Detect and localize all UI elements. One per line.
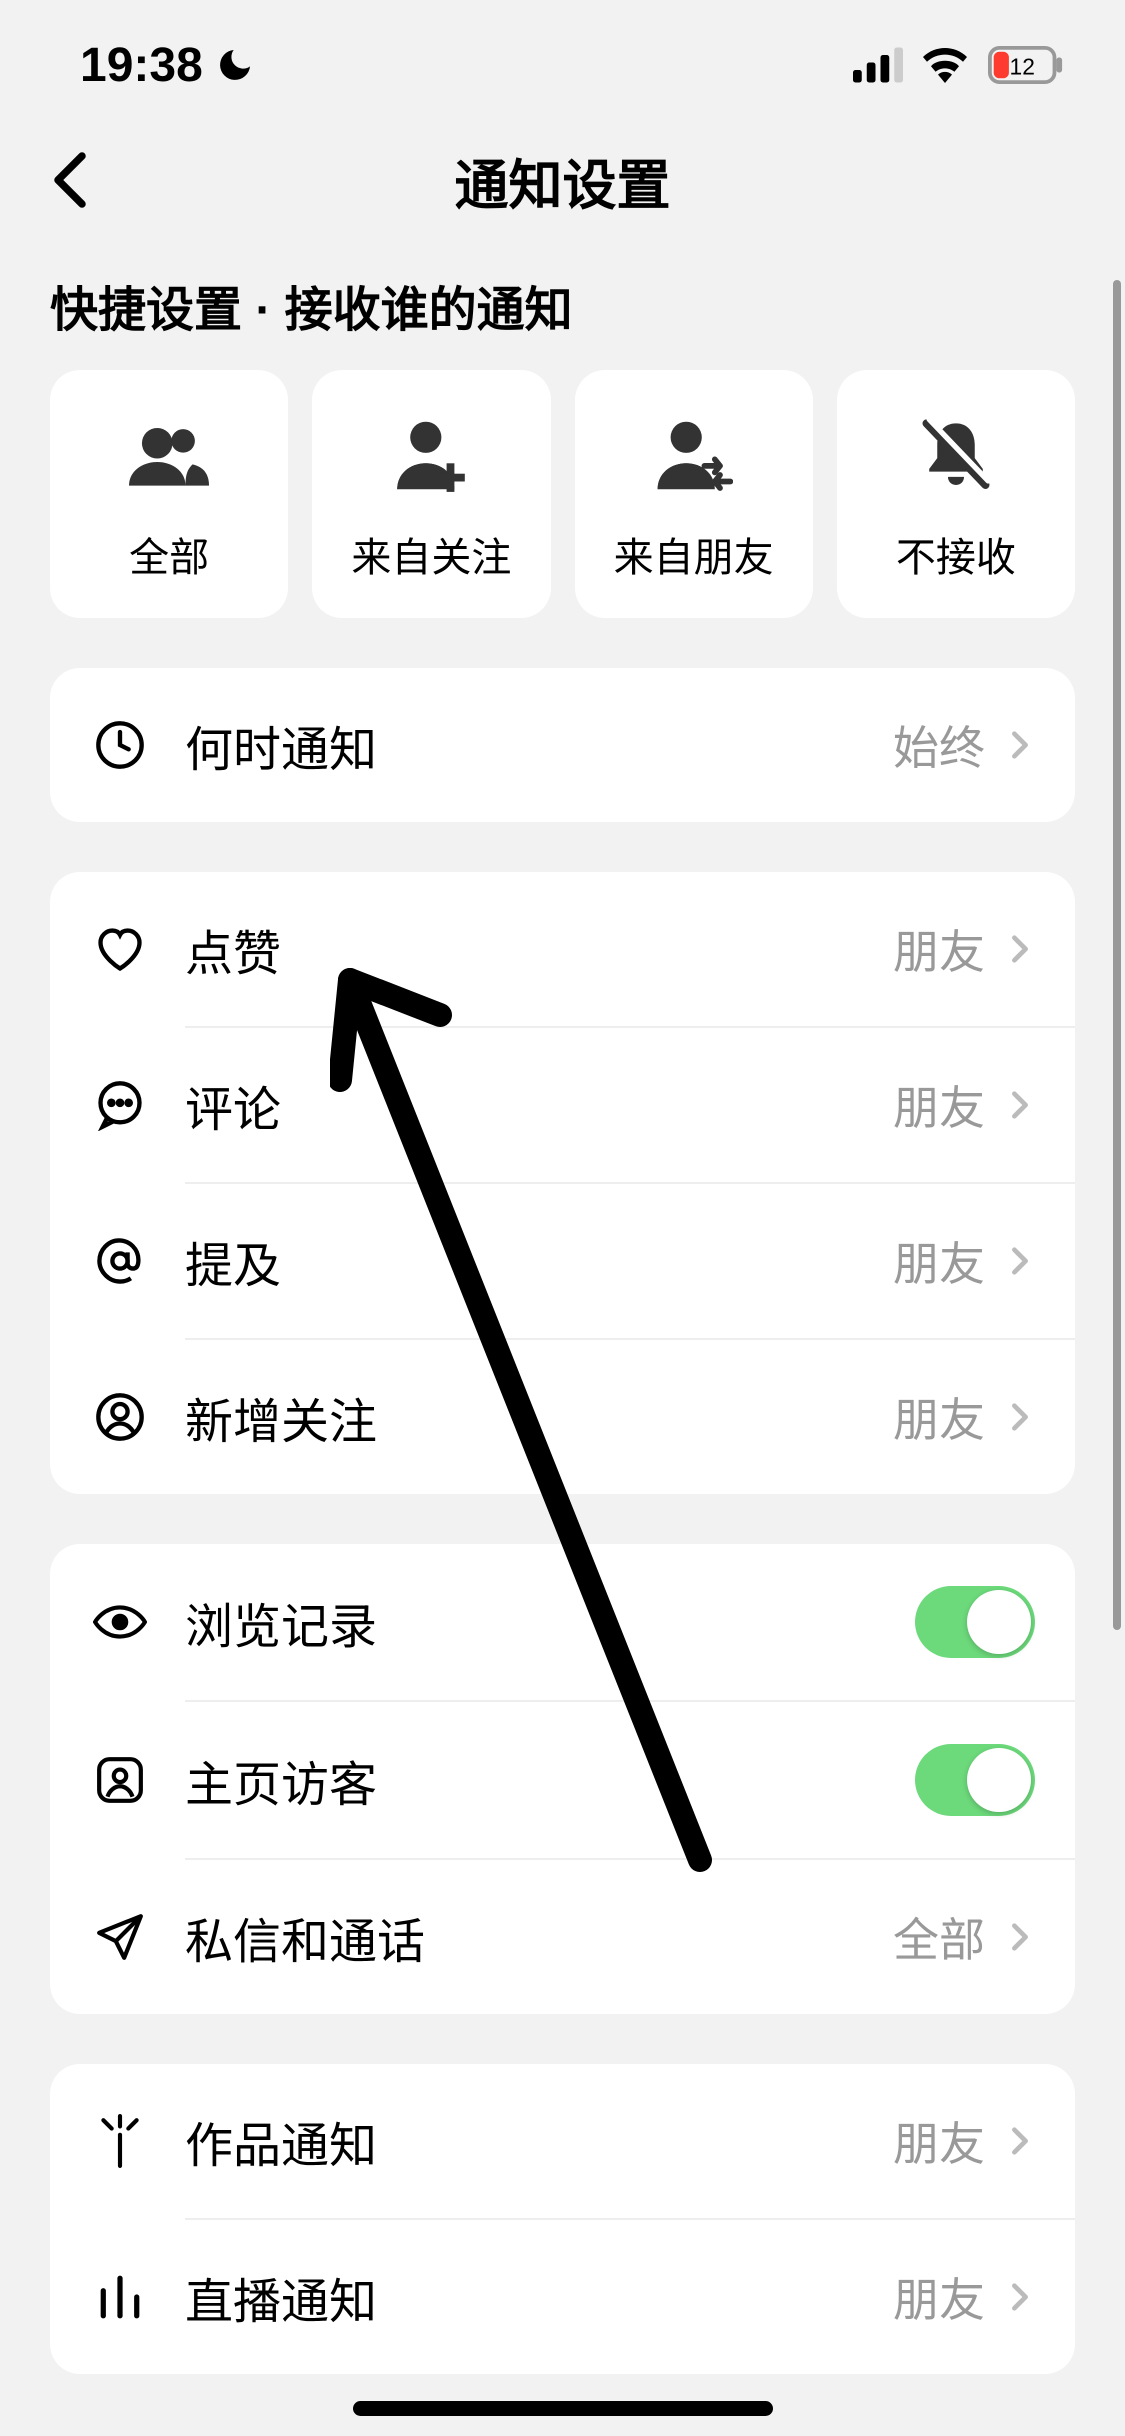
row-label: 何时通知 xyxy=(185,710,893,780)
battery-icon: 12 xyxy=(987,46,1065,84)
toggle-visitor[interactable] xyxy=(915,1744,1035,1816)
when-card: 何时通知 始终 xyxy=(50,668,1075,822)
chevron-right-icon xyxy=(1005,934,1035,964)
home-indicator[interactable] xyxy=(353,2401,773,2416)
row-label: 提及 xyxy=(185,1226,893,1296)
chevron-right-icon xyxy=(1005,1246,1035,1276)
chevron-right-icon xyxy=(1005,2126,1035,2156)
row-label: 私信和通话 xyxy=(185,1902,893,1972)
send-icon xyxy=(90,1907,150,1967)
row-label: 作品通知 xyxy=(185,2106,893,2176)
chevron-right-icon xyxy=(1005,1402,1035,1432)
row-label: 评论 xyxy=(185,1070,893,1140)
toggle-history[interactable] xyxy=(915,1586,1035,1658)
row-label: 浏览记录 xyxy=(185,1587,915,1657)
row-value: 朋友 xyxy=(893,2108,985,2174)
row-when[interactable]: 何时通知 始终 xyxy=(50,668,1075,822)
quick-filter-row: 全部 来自关注 来自朋友 不接收 xyxy=(0,370,1125,618)
heart-icon xyxy=(90,919,150,979)
scroll-indicator[interactable] xyxy=(1113,280,1121,1630)
people-icon xyxy=(129,415,209,495)
row-works[interactable]: 作品通知 朋友 xyxy=(50,2064,1075,2218)
row-comment[interactable]: 评论 朋友 xyxy=(50,1028,1075,1182)
moon-icon xyxy=(215,45,255,85)
person-plus-icon xyxy=(391,415,471,495)
row-value: 朋友 xyxy=(893,1384,985,1450)
quick-friends[interactable]: 来自朋友 xyxy=(575,370,813,618)
row-label: 直播通知 xyxy=(185,2262,893,2332)
clock-icon xyxy=(90,715,150,775)
row-label: 点赞 xyxy=(185,914,893,984)
quick-all[interactable]: 全部 xyxy=(50,370,288,618)
quick-label: 不接收 xyxy=(896,525,1016,583)
person-circle-icon xyxy=(90,1387,150,1447)
quick-following[interactable]: 来自关注 xyxy=(312,370,550,618)
chevron-right-icon xyxy=(1005,730,1035,760)
row-history[interactable]: 浏览记录 xyxy=(50,1544,1075,1700)
svg-text:12: 12 xyxy=(1010,54,1035,80)
row-value: 全部 xyxy=(893,1904,985,1970)
page-title: 通知设置 xyxy=(455,141,671,220)
sparkle-icon xyxy=(90,2111,150,2171)
row-label: 主页访客 xyxy=(185,1745,915,1815)
chevron-right-icon xyxy=(1005,1090,1035,1120)
person-swap-icon xyxy=(654,415,734,495)
row-visitor[interactable]: 主页访客 xyxy=(50,1702,1075,1858)
row-label: 新增关注 xyxy=(185,1382,893,1452)
bell-off-icon xyxy=(916,415,996,495)
row-follow[interactable]: 新增关注 朋友 xyxy=(50,1340,1075,1494)
chevron-right-icon xyxy=(1005,2282,1035,2312)
wifi-icon xyxy=(921,47,969,83)
comment-icon xyxy=(90,1075,150,1135)
profile-square-icon xyxy=(90,1750,150,1810)
row-value: 始终 xyxy=(893,712,985,778)
quick-none[interactable]: 不接收 xyxy=(837,370,1075,618)
interactions-card: 点赞 朋友 评论 朋友 提及 朋友 新增关注 朋友 xyxy=(50,872,1075,1494)
signal-icon xyxy=(853,47,903,83)
quick-label: 来自朋友 xyxy=(614,525,774,583)
chevron-left-icon xyxy=(52,150,88,210)
row-value: 朋友 xyxy=(893,1228,985,1294)
bars-icon xyxy=(90,2267,150,2327)
at-icon xyxy=(90,1231,150,1291)
row-live[interactable]: 直播通知 朋友 xyxy=(50,2220,1075,2374)
content-card: 作品通知 朋友 直播通知 朋友 xyxy=(50,2064,1075,2374)
status-bar: 19:38 12 xyxy=(0,0,1125,110)
header: 通知设置 xyxy=(0,110,1125,240)
back-button[interactable] xyxy=(40,150,100,210)
section-label: 快捷设置 · 接收谁的通知 xyxy=(0,240,1125,370)
row-like[interactable]: 点赞 朋友 xyxy=(50,872,1075,1026)
row-dm[interactable]: 私信和通话 全部 xyxy=(50,1860,1075,2014)
row-mention[interactable]: 提及 朋友 xyxy=(50,1184,1075,1338)
quick-label: 全部 xyxy=(129,525,209,583)
status-time: 19:38 xyxy=(80,38,203,93)
activity-card: 浏览记录 主页访客 私信和通话 全部 xyxy=(50,1544,1075,2014)
row-value: 朋友 xyxy=(893,916,985,982)
row-value: 朋友 xyxy=(893,2264,985,2330)
row-value: 朋友 xyxy=(893,1072,985,1138)
chevron-right-icon xyxy=(1005,1922,1035,1952)
quick-label: 来自关注 xyxy=(351,525,511,583)
eye-icon xyxy=(90,1592,150,1652)
